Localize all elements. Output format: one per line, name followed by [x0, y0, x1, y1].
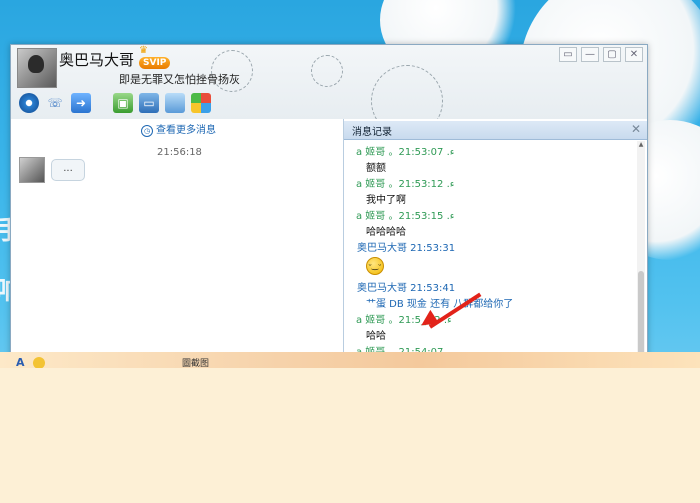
remote-desktop-icon[interactable]: ▣: [113, 93, 133, 113]
clock-icon: ◷: [141, 125, 153, 137]
history-sender: 奥巴马大哥 21:53:31: [357, 243, 456, 254]
window-controls: ▭ — ▢ ✕: [559, 47, 643, 62]
history-sender: 奥巴马大哥 21:53:41: [357, 283, 456, 294]
scroll-up-icon[interactable]: ▲: [637, 141, 645, 149]
corrupted-strip: [0, 352, 700, 368]
dandelion-decoration: [311, 55, 343, 87]
history-sender: a 姬哥 。21:53:15 .ء: [356, 211, 455, 222]
emoji-icon: ᵕ‿ᵕ: [366, 257, 384, 275]
message-avatar[interactable]: [19, 157, 45, 183]
minimize-button[interactable]: —: [581, 47, 599, 62]
message-bubble: ...: [51, 159, 85, 181]
history-title-bar: 消息记录 ✕: [344, 121, 647, 140]
contact-avatar[interactable]: [17, 48, 57, 88]
apps-grid-icon[interactable]: [191, 93, 211, 113]
emoticon-icon[interactable]: [32, 356, 45, 369]
history-message: 哈哈: [366, 331, 386, 342]
history-message: 哈哈哈哈: [366, 227, 406, 238]
dandelion-decoration: [371, 65, 443, 119]
close-button[interactable]: ✕: [625, 47, 643, 62]
history-sender: a 姬哥 。21:53:07 .ء: [356, 147, 455, 158]
corrupted-area: [0, 368, 700, 503]
video-call-icon[interactable]: [19, 93, 39, 113]
contact-signature: 即是无罪又怎怕挫骨扬灰: [119, 73, 240, 86]
app-icon[interactable]: [165, 93, 185, 113]
history-message: 额额: [366, 163, 386, 174]
chat-header: 奥巴马大哥 ♛ SVIP 即是无罪又怎怕挫骨扬灰 ▭ — ▢ ✕ ☏ ➜ ▣ ▭: [11, 45, 647, 119]
contact-name[interactable]: 奥巴马大哥: [59, 49, 134, 70]
time-divider: 21:56:18: [157, 147, 202, 158]
view-more-link[interactable]: ◷ 查看更多消息: [141, 121, 216, 137]
maximize-button[interactable]: ▢: [603, 47, 621, 62]
crown-icon: ♛: [139, 45, 148, 56]
chat-toolbar: ☏ ➜ ▣ ▭: [19, 93, 211, 113]
skin-button[interactable]: ▭: [559, 47, 577, 62]
history-title: 消息记录: [352, 127, 392, 138]
file-transfer-icon[interactable]: ➜: [71, 93, 91, 113]
history-sender: a 姬哥 。21:53:12 .ء: [356, 179, 455, 190]
svip-badge[interactable]: SVIP: [139, 57, 171, 69]
screen-share-icon[interactable]: ▭: [139, 93, 159, 113]
history-message: 我中了啊: [366, 195, 406, 206]
view-more-label: 查看更多消息: [156, 125, 216, 136]
history-close-button[interactable]: ✕: [631, 122, 641, 136]
history-message: 艹蛋 DB 现金 还有 八群都给你了: [366, 299, 514, 310]
voice-call-icon[interactable]: ☏: [45, 93, 65, 113]
